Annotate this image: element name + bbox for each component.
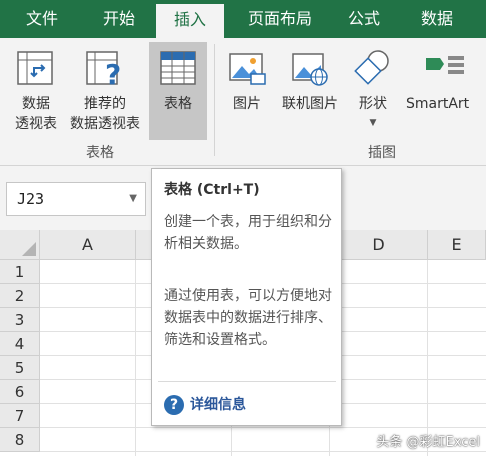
row-header-1[interactable]: 1 xyxy=(0,260,40,284)
tab-home[interactable]: 开始 xyxy=(86,0,152,38)
name-box-value: J23 xyxy=(17,190,45,208)
ribbon-panel: 数据 透视表 ? 推荐的 数据透视表 表格 表格 图片 联机图片 形状 ▼ Sm… xyxy=(0,38,486,166)
group-label-tables: 表格 xyxy=(86,145,114,161)
column-header-a[interactable]: A xyxy=(40,230,136,260)
help-icon: ? xyxy=(164,395,184,415)
pivot-table-label: 数据 透视表 xyxy=(15,96,57,132)
row-header-5[interactable]: 5 xyxy=(0,356,40,380)
pictures-label: 图片 xyxy=(233,96,261,112)
row-header-3[interactable]: 3 xyxy=(0,308,40,332)
tab-insert[interactable]: 插入 xyxy=(156,4,224,38)
select-all-corner[interactable] xyxy=(0,230,40,260)
row-header-6[interactable]: 6 xyxy=(0,380,40,404)
tooltip-usage: 通过使用表，可以方便地对数据表中的数据进行排序、筛选和设置格式。 xyxy=(164,288,332,348)
table-tooltip: 表格 (Ctrl+T) 创建一个表，用于组织和分析相关数据。 通过使用表，可以方… xyxy=(151,168,342,426)
chevron-down-icon[interactable]: ▼ xyxy=(129,183,137,215)
table-button[interactable]: 表格 xyxy=(149,42,207,140)
shapes-button[interactable]: 形状 ▼ xyxy=(348,42,398,140)
grid-line xyxy=(40,427,486,428)
group-label-illustrations: 插图 xyxy=(368,145,396,161)
picture-icon xyxy=(227,48,267,92)
recommended-pivot-button[interactable]: ? 推荐的 数据透视表 xyxy=(64,42,146,140)
smartart-icon xyxy=(422,48,466,92)
row-header-2[interactable]: 2 xyxy=(0,284,40,308)
select-all-triangle-icon xyxy=(22,242,36,256)
tab-file[interactable]: 文件 xyxy=(12,0,72,38)
tooltip-divider xyxy=(158,381,336,382)
tab-formulas[interactable]: 公式 xyxy=(334,0,394,38)
tooltip-more-info-link[interactable]: ? 详细信息 xyxy=(164,393,246,417)
online-pictures-label: 联机图片 xyxy=(282,96,338,112)
tab-data[interactable]: 数据 xyxy=(404,0,470,38)
shapes-label: 形状 xyxy=(359,96,387,112)
grid-line xyxy=(427,260,428,456)
shapes-icon xyxy=(353,48,393,92)
pivot-table-icon xyxy=(16,48,56,92)
online-pictures-button[interactable]: 联机图片 xyxy=(274,42,346,140)
chevron-down-icon: ▼ xyxy=(369,118,377,128)
tooltip-description: 创建一个表，用于组织和分析相关数据。 xyxy=(164,214,332,252)
tooltip-title: 表格 (Ctrl+T) xyxy=(164,182,260,198)
more-info-label: 详细信息 xyxy=(190,397,246,413)
table-label: 表格 xyxy=(164,96,192,112)
watermark: 头条 @彩虹Excel xyxy=(376,435,480,450)
column-header-d[interactable]: D xyxy=(330,230,428,260)
column-header-e[interactable]: E xyxy=(428,230,486,260)
row-header-7[interactable]: 7 xyxy=(0,404,40,428)
smartart-label: SmartArt xyxy=(406,96,470,112)
grid-line xyxy=(40,451,486,452)
svg-text:?: ? xyxy=(105,58,121,88)
ribbon-tab-bar: 文件 开始 插入 页面布局 公式 数据 xyxy=(0,0,486,38)
grid-line xyxy=(135,260,136,456)
recommended-pivot-label: 推荐的 数据透视表 xyxy=(70,96,140,132)
row-header-4[interactable]: 4 xyxy=(0,332,40,356)
tab-page-layout[interactable]: 页面布局 xyxy=(230,0,330,38)
group-separator xyxy=(214,44,215,156)
row-header-8[interactable]: 8 xyxy=(0,428,40,452)
smartart-button[interactable]: SmartArt xyxy=(402,42,486,140)
online-picture-icon xyxy=(290,48,330,92)
pictures-button[interactable]: 图片 xyxy=(222,42,272,140)
pivot-table-button[interactable]: 数据 透视表 xyxy=(8,42,64,140)
name-box[interactable]: J23 ▼ xyxy=(6,182,146,216)
table-icon xyxy=(158,48,198,92)
recommended-pivot-icon: ? xyxy=(85,48,125,92)
